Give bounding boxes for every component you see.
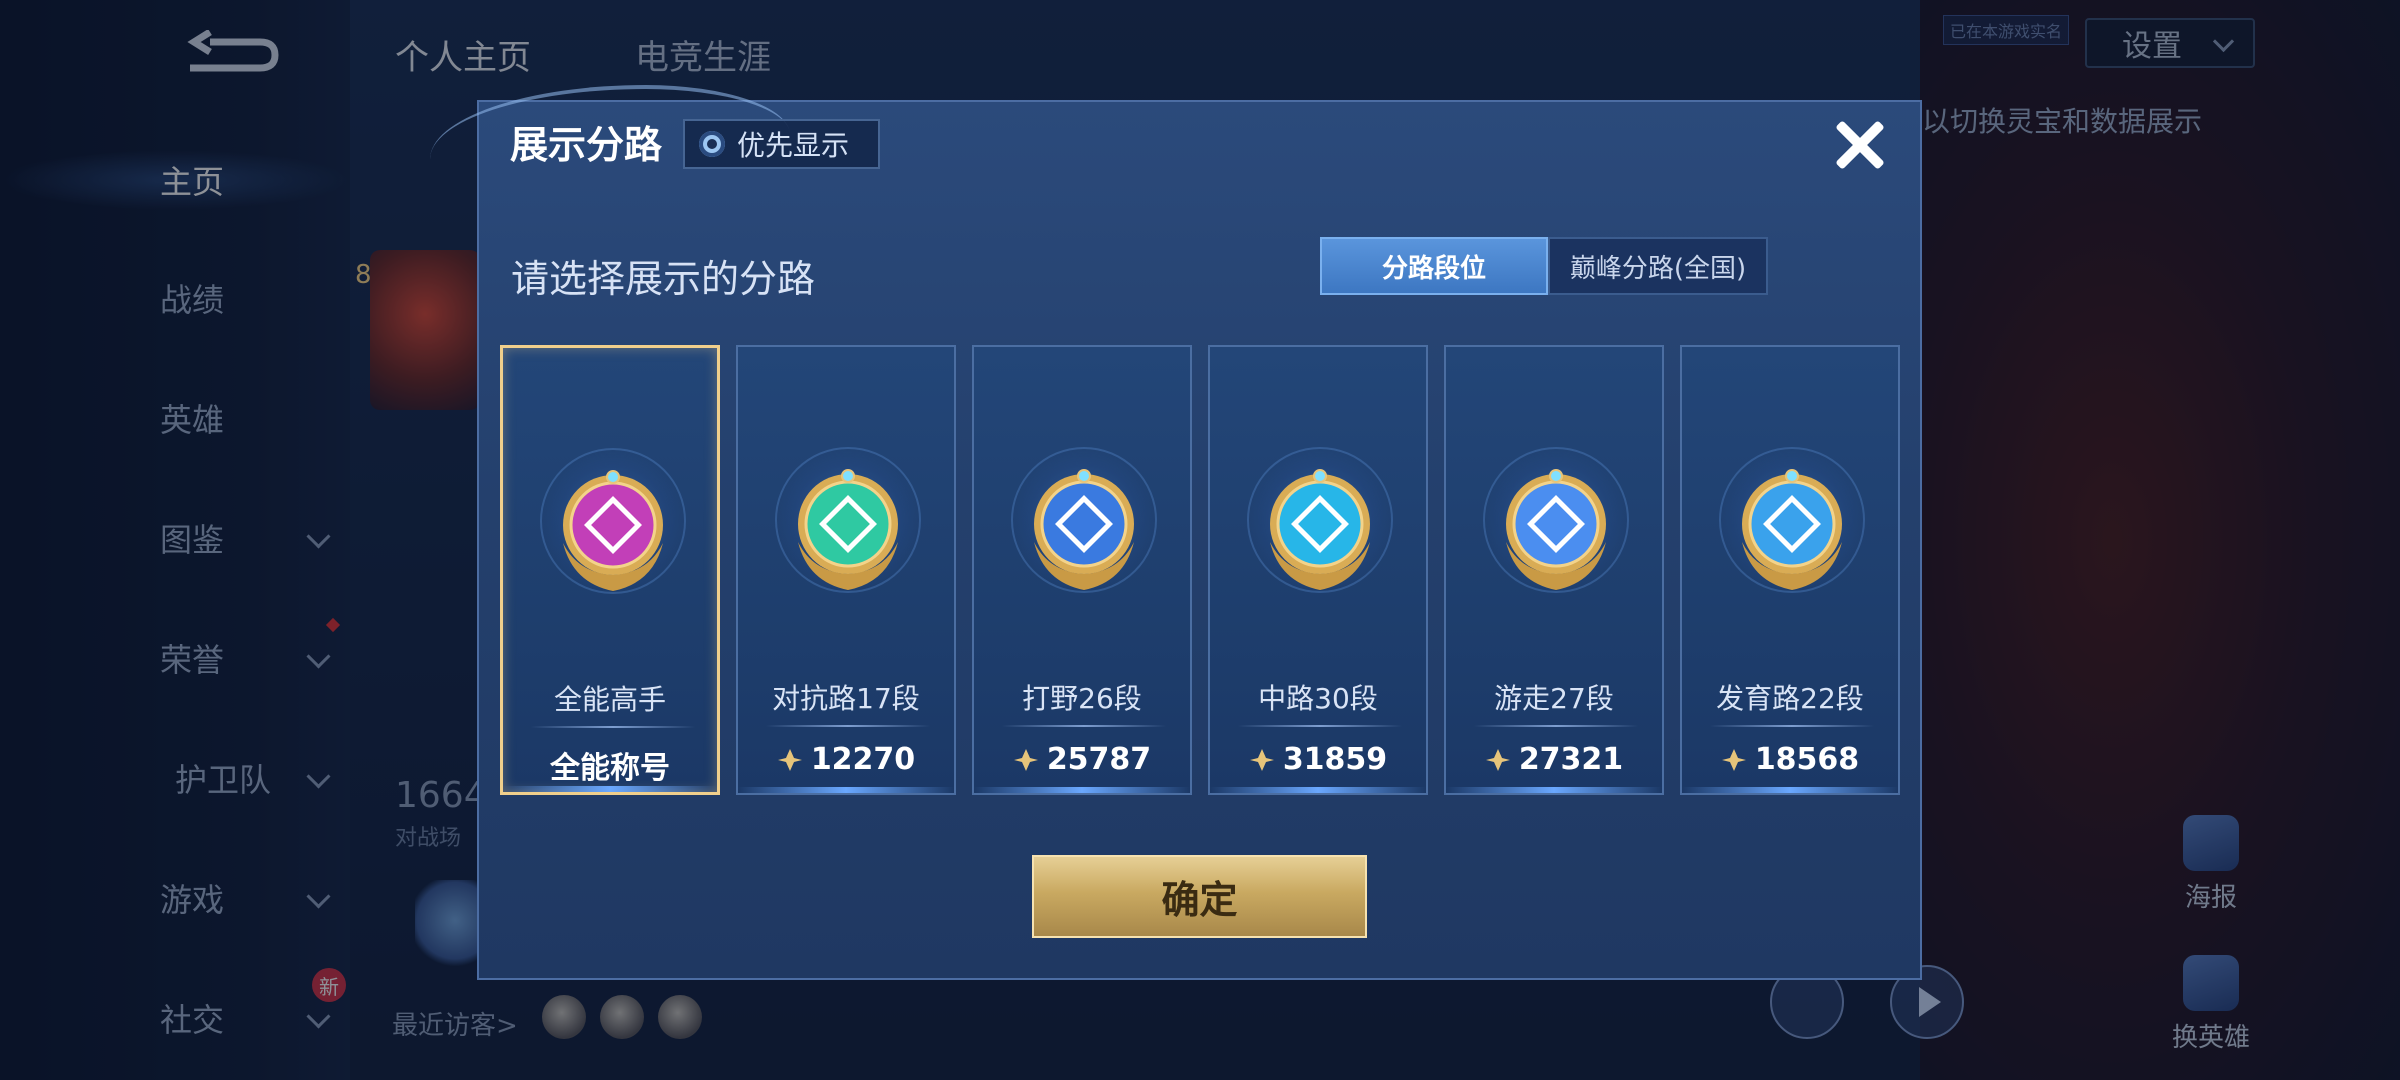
dialog-subtitle: 请选择展示的分路	[511, 257, 816, 301]
clash-lane-emblem-icon	[798, 469, 898, 590]
jungle-emblem-icon	[1034, 469, 1134, 590]
divider	[1710, 725, 1874, 727]
roam-emblem-icon	[1506, 469, 1606, 590]
card-glow	[503, 786, 717, 792]
priority-display-label: 优先显示	[737, 129, 850, 162]
card-glow	[974, 787, 1190, 793]
card-glow	[1682, 787, 1898, 793]
lane-card-title: 对抗路17段	[772, 682, 920, 715]
divider	[766, 725, 930, 727]
lane-card-value: 27321	[1446, 742, 1662, 777]
lane-card-value: 18568	[1682, 742, 1898, 777]
lane-card-title: 发育路22段	[1716, 682, 1864, 715]
lane-card-value: 12270	[738, 742, 954, 777]
close-icon[interactable]	[1825, 110, 1895, 180]
lane-card-value: 全能称号	[503, 743, 717, 787]
lane-card[interactable]: 打野26段 25787	[972, 345, 1192, 795]
lane-card-title: 全能高手	[553, 683, 666, 716]
divider	[1238, 725, 1402, 727]
lane-card-value: 31859	[1210, 742, 1426, 777]
lane-card-value-text: 12270	[810, 742, 916, 777]
rank-points-icon	[1485, 748, 1510, 771]
allrounder-emblem-icon	[563, 470, 663, 591]
rank-points-icon	[1721, 748, 1746, 771]
rank-points-icon	[1013, 748, 1038, 771]
lane-card-value-text: 全能称号	[550, 751, 670, 786]
card-glow	[1446, 787, 1662, 793]
lane-card-title: 打野26段	[1022, 682, 1142, 715]
card-glow	[738, 787, 954, 793]
lane-card[interactable]: 对抗路17段 12270	[736, 345, 956, 795]
lane-card-value-text: 27321	[1518, 742, 1624, 777]
lane-card-value-text: 18568	[1754, 742, 1860, 777]
lane-card-value-text: 25787	[1046, 742, 1152, 777]
dialog-title: 展示分路	[510, 123, 663, 167]
rank-points-icon	[777, 748, 802, 771]
tab-peak-lane[interactable]: 巅峰分路(全国)	[1548, 237, 1768, 295]
confirm-button[interactable]: 确定	[1032, 855, 1367, 938]
divider	[1002, 725, 1166, 727]
lane-card-value: 25787	[974, 742, 1190, 777]
lane-card[interactable]: 中路30段 31859	[1208, 345, 1428, 795]
divider	[531, 726, 695, 728]
farm-lane-emblem-icon	[1742, 469, 1842, 590]
divider	[1474, 725, 1638, 727]
mid-lane-emblem-icon	[1270, 469, 1370, 590]
lane-card[interactable]: 全能高手 全能称号	[500, 345, 720, 795]
lane-card[interactable]: 游走27段 27321	[1444, 345, 1664, 795]
card-glow	[1210, 787, 1426, 793]
priority-display-button[interactable]: 优先显示	[683, 119, 880, 169]
rank-points-icon	[1249, 748, 1274, 771]
gear-icon	[699, 131, 725, 157]
lane-card-title: 中路30段	[1258, 682, 1378, 715]
lane-card-title: 游走27段	[1494, 682, 1614, 715]
lane-card-value-text: 31859	[1282, 742, 1388, 777]
lane-card[interactable]: 发育路22段 18568	[1680, 345, 1900, 795]
tab-lane-rank[interactable]: 分路段位	[1320, 237, 1548, 295]
